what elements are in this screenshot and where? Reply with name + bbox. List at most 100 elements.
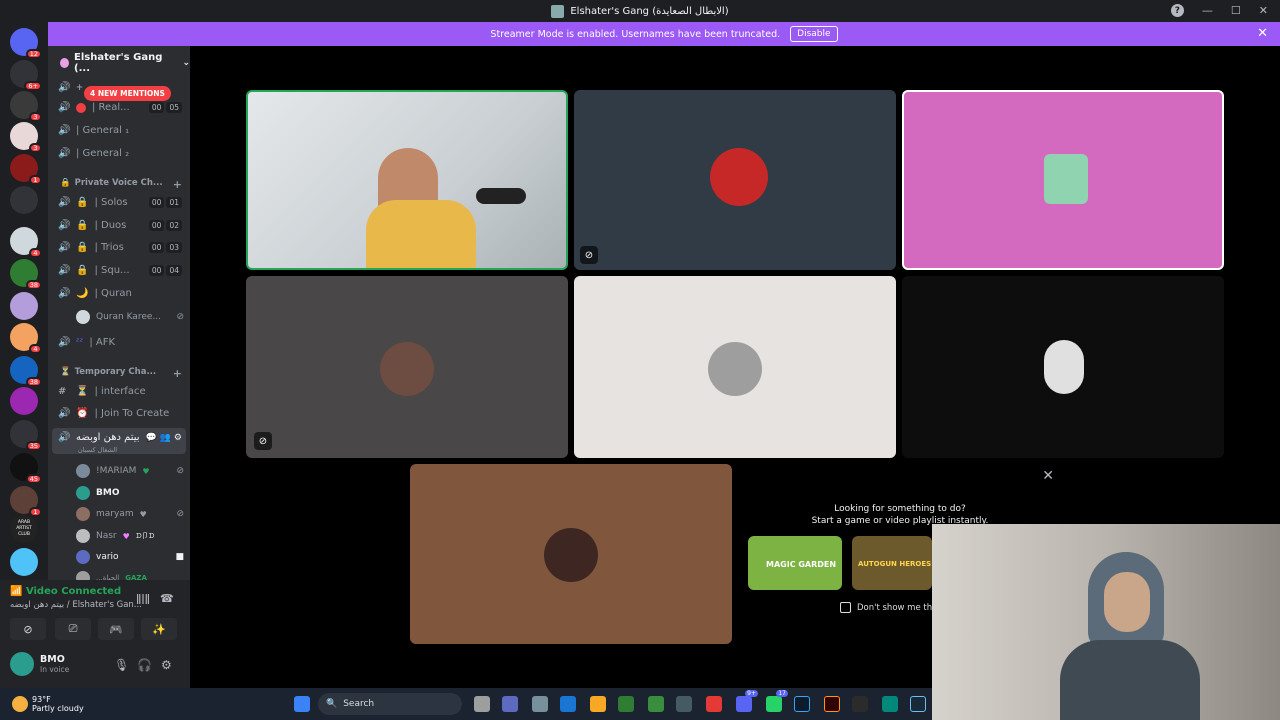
taskview-icon[interactable] bbox=[474, 696, 490, 712]
server-icon[interactable]: 4 bbox=[10, 323, 42, 354]
game-autogun-heroes[interactable]: AUTOGUN HEROES bbox=[852, 536, 932, 590]
settings-icon[interactable]: ⚙ bbox=[161, 658, 172, 672]
dont-show-checkbox[interactable]: Don't show me this bbox=[840, 602, 939, 613]
notification-badge: 3 bbox=[29, 112, 42, 122]
hourglass-icon: ⏳ bbox=[60, 367, 71, 377]
store-icon[interactable] bbox=[676, 696, 692, 712]
channel-counter: 00 02 bbox=[148, 220, 182, 231]
voice-user-vario[interactable]: vario ■ bbox=[76, 550, 184, 564]
add-icon[interactable]: + bbox=[173, 367, 182, 380]
channel-join-to-create[interactable]: 🔊 ⏰ | Join To Create bbox=[58, 408, 182, 419]
photos-app-icon[interactable] bbox=[560, 696, 576, 712]
help-icon[interactable]: ? bbox=[1170, 4, 1184, 17]
new-mentions-badge[interactable]: 4 NEW MENTIONS bbox=[84, 86, 171, 101]
weather-widget[interactable]: 93°F Partly cloudy bbox=[0, 688, 96, 720]
video-tile-user[interactable]: ⊘ bbox=[246, 276, 568, 458]
file-explorer-icon[interactable] bbox=[590, 696, 606, 712]
voice-user-mariam[interactable]: !MARIAM ♥ ⊘ bbox=[76, 464, 184, 478]
windows-start-icon[interactable] bbox=[294, 696, 310, 712]
voice-user-bmo[interactable]: BMO bbox=[76, 486, 184, 500]
minimize-icon[interactable]: — bbox=[1202, 4, 1213, 17]
server-icon[interactable]: 6+ bbox=[10, 60, 42, 91]
server-icon[interactable]: 4 bbox=[10, 227, 42, 258]
channel-duos[interactable]: 🔊 🔒 | Duos 00 02 bbox=[58, 220, 182, 231]
guild-header[interactable]: Elshater's Gang (... ⌄ bbox=[48, 46, 190, 80]
channel-afk[interactable]: 🔊 ᶻᶻ | AFK bbox=[58, 337, 182, 348]
video-tile-user[interactable] bbox=[410, 464, 732, 644]
streamer-mode-message: Streamer Mode is enabled. Usernames have… bbox=[490, 28, 781, 40]
hourglass-icon: ⏳ bbox=[76, 386, 89, 397]
server-icon[interactable]: 38 bbox=[10, 259, 42, 290]
webcam-overlay bbox=[932, 524, 1280, 720]
app-icon[interactable] bbox=[648, 696, 664, 712]
server-icon[interactable]: 1 bbox=[10, 486, 42, 517]
active-channel-row[interactable]: 🔊 بيتم دهن اوبضه 💬 👥 ⚙ bbox=[58, 432, 182, 443]
channel-trios[interactable]: 🔊 🔒 | Trios 00 03 bbox=[58, 242, 182, 253]
server-icon[interactable] bbox=[10, 186, 38, 214]
microphone-icon[interactable]: 🎙 bbox=[114, 658, 129, 672]
voice-user-quran[interactable]: Quran Karee... ⊘ bbox=[76, 310, 184, 324]
chrome-icon[interactable] bbox=[706, 696, 722, 712]
video-tile-user[interactable]: ⊘ bbox=[574, 90, 896, 270]
whatsapp-icon[interactable]: 17 bbox=[766, 690, 788, 712]
channel-general-2[interactable]: 🔊 | General ₂ bbox=[58, 148, 182, 159]
lock-icon: 🔒 bbox=[76, 242, 89, 253]
game-magic-garden[interactable]: MAGIC GARDEN bbox=[748, 536, 842, 590]
settings-app-icon[interactable] bbox=[532, 696, 548, 712]
video-tile-user[interactable] bbox=[902, 90, 1224, 270]
activity-button[interactable]: 🎮 bbox=[98, 618, 134, 640]
channel-general-1[interactable]: 🔊 | General ₁ bbox=[58, 125, 182, 136]
channel-interface[interactable]: # ⏳ | interface bbox=[58, 386, 182, 397]
soundboard-button[interactable]: ✨ bbox=[141, 618, 177, 640]
illustrator-icon[interactable] bbox=[824, 696, 840, 712]
screen-share-button[interactable]: ⎚ bbox=[55, 618, 91, 640]
server-icon[interactable] bbox=[10, 292, 38, 320]
voice-user-maryam[interactable]: maryam ♥ ⊘ bbox=[76, 507, 184, 521]
server-icon[interactable]: 45 bbox=[10, 453, 42, 484]
app-icon[interactable] bbox=[882, 696, 898, 712]
maximize-icon[interactable]: ☐ bbox=[1231, 4, 1241, 17]
app-icon[interactable] bbox=[618, 696, 634, 712]
camera-off-button[interactable]: ⊘ bbox=[10, 618, 46, 640]
server-icon[interactable]: 38 bbox=[10, 356, 42, 387]
checkbox-icon[interactable] bbox=[840, 602, 851, 613]
category-temporary[interactable]: ⏳ Temporary Cha... + bbox=[60, 367, 182, 380]
server-icon[interactable]: 1 bbox=[10, 154, 42, 185]
video-tile-camera[interactable] bbox=[246, 90, 568, 270]
channel-quran[interactable]: 🔊 🌙 | Quran bbox=[58, 288, 182, 299]
webcam-person bbox=[1104, 572, 1150, 632]
noise-suppression-icon[interactable]: ǁǀǁ bbox=[136, 592, 150, 605]
taskbar-search[interactable]: 🔍 Search bbox=[318, 693, 462, 715]
disable-streamer-button[interactable]: Disable bbox=[790, 26, 838, 42]
server-icon[interactable]: 12 bbox=[10, 28, 42, 59]
add-icon[interactable]: + bbox=[173, 178, 182, 191]
server-icon[interactable]: 3 bbox=[10, 91, 42, 122]
video-tile-user[interactable] bbox=[902, 276, 1224, 458]
server-icon[interactable]: 3 bbox=[10, 122, 42, 153]
discord-icon[interactable]: 9+ bbox=[736, 690, 758, 712]
server-icon[interactable] bbox=[10, 387, 38, 415]
video-tile-user[interactable] bbox=[574, 276, 896, 458]
video-off-icon: ⊘ bbox=[176, 466, 184, 476]
server-icon[interactable]: ARAB ARTIST CLUB bbox=[10, 515, 38, 543]
user-panel[interactable]: BMO In voice bbox=[10, 652, 69, 676]
close-popup-icon[interactable]: ✕ bbox=[1042, 468, 1054, 484]
voice-user-nasr[interactable]: Nasr ♥ ᗪ卩ᗪ bbox=[76, 529, 184, 543]
disconnect-icon[interactable]: ☎ bbox=[160, 592, 174, 605]
epic-games-icon[interactable] bbox=[852, 696, 868, 712]
voice-channel-link[interactable]: بيتم دهن اوبضه / Elshater's Gan... bbox=[10, 600, 142, 610]
server-icon[interactable]: 35 bbox=[10, 420, 42, 451]
close-banner-icon[interactable]: ✕ bbox=[1257, 26, 1268, 41]
close-icon[interactable]: ✕ bbox=[1259, 4, 1268, 17]
camera-app-icon[interactable] bbox=[502, 696, 518, 712]
channel-real[interactable]: 🔊 | Real... 00 05 bbox=[58, 102, 182, 113]
category-private-voice[interactable]: 🔒 Private Voice Ch... + bbox=[60, 178, 182, 191]
server-icon[interactable] bbox=[10, 548, 38, 576]
steam-icon[interactable] bbox=[910, 696, 926, 712]
channel-solos[interactable]: 🔊 🔒 | Solos 00 01 bbox=[58, 197, 182, 208]
chat-icon[interactable]: 💬 👥 ⚙ bbox=[146, 433, 182, 443]
photoshop-icon[interactable] bbox=[794, 696, 810, 712]
channel-squads[interactable]: 🔊 🔒 | Squ... 00 04 bbox=[58, 265, 182, 276]
headphones-icon[interactable]: 🎧 bbox=[137, 658, 152, 672]
avatar bbox=[76, 486, 90, 500]
